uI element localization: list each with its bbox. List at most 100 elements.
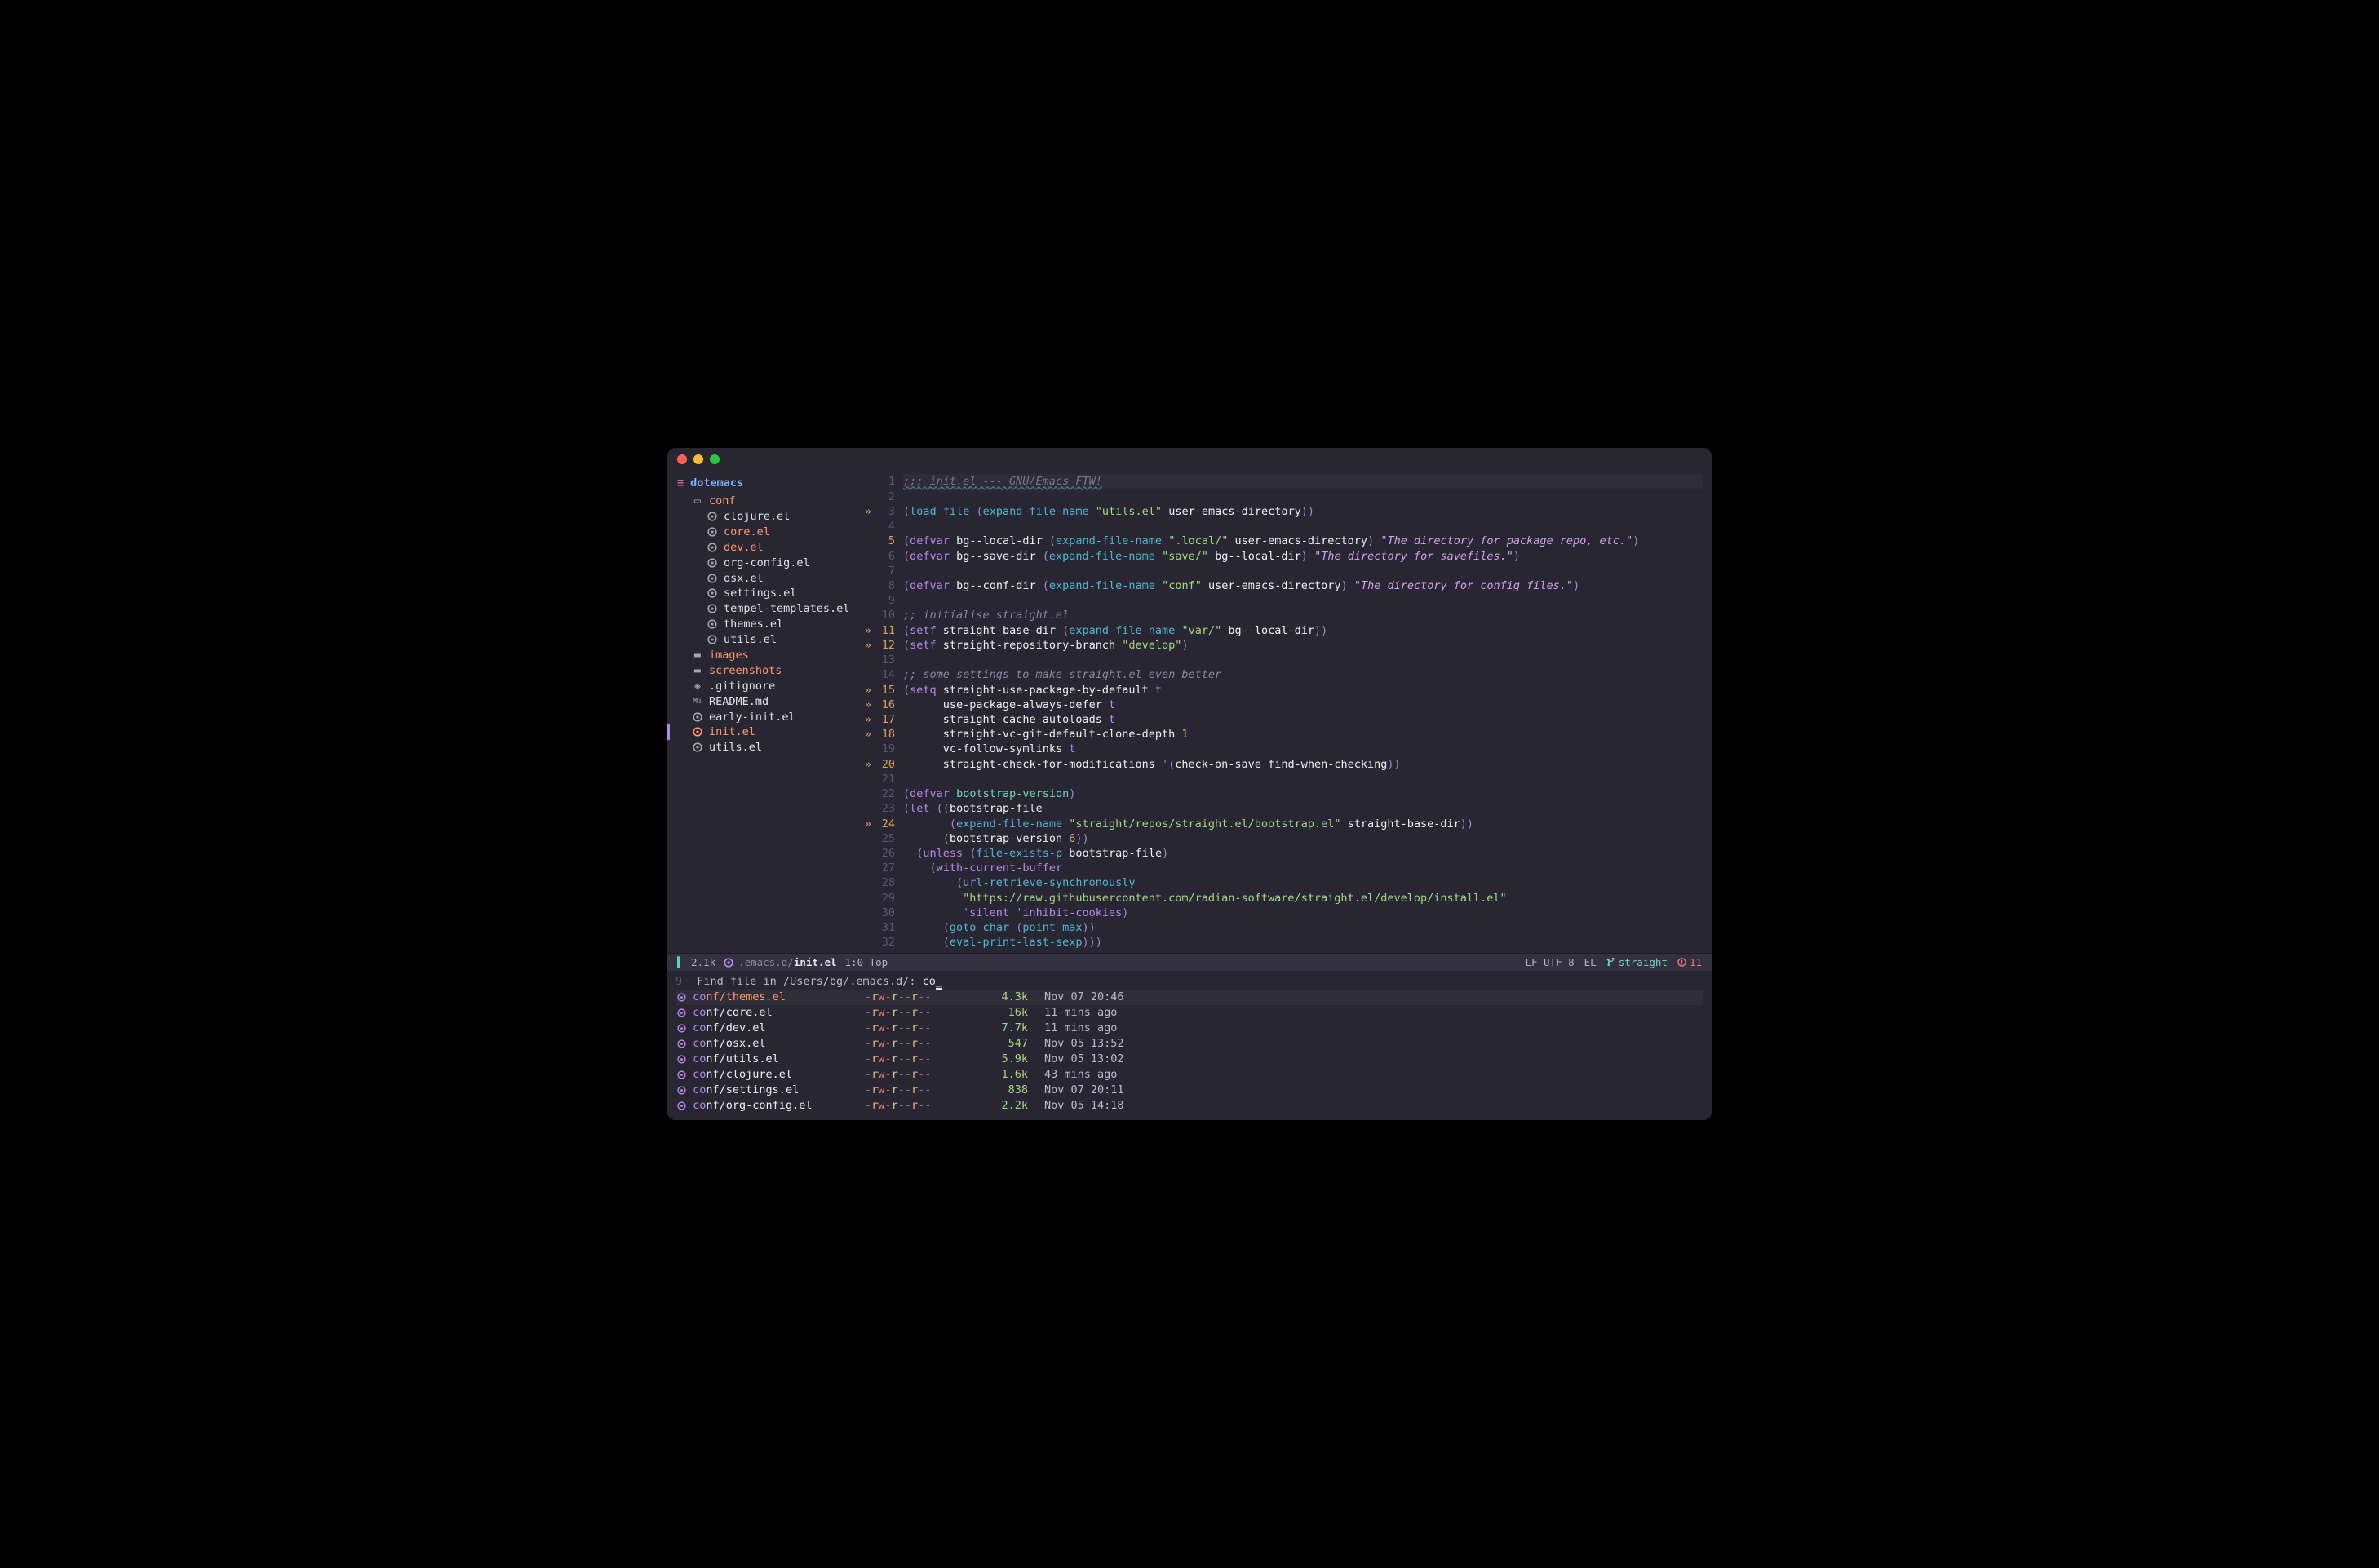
code-line[interactable]: use-package-always-defer t: [903, 698, 1703, 712]
code-line[interactable]: (setf straight-repository-branch "develo…: [903, 638, 1703, 653]
code-line[interactable]: (expand-file-name "straight/repos/straig…: [903, 817, 1703, 831]
candidate-row[interactable]: conf/themes.el-rw-r--r--4.3kNov 07 20:46: [676, 990, 1703, 1005]
file-size: 547: [987, 1036, 1028, 1052]
tree-item-init-el[interactable]: init.el: [677, 724, 858, 740]
code-line[interactable]: straight-cache-autoloads t: [903, 712, 1703, 727]
tree-item-org-config-el[interactable]: org-config.el: [677, 556, 858, 571]
file-date: Nov 05 13:52: [1044, 1036, 1124, 1052]
git-branch[interactable]: straight: [1606, 956, 1668, 968]
code-line[interactable]: ;; initialise straight.el: [903, 608, 1703, 622]
code-line[interactable]: (let ((bootstrap-file: [903, 801, 1703, 816]
minibuffer[interactable]: 9 Find file in /Users/bg/.emacs.d/: co_ …: [667, 971, 1712, 1119]
cursor: _: [936, 975, 942, 990]
code-line[interactable]: 'silent 'inhibit-cookies): [903, 906, 1703, 920]
lisp-file-icon: [677, 1037, 686, 1050]
code-line[interactable]: [903, 772, 1703, 786]
tree-item-screenshots[interactable]: ▬screenshots: [677, 663, 858, 679]
candidate-row[interactable]: conf/org-config.el-rw-r--r--2.2kNov 05 1…: [676, 1098, 1703, 1114]
tree-item-conf[interactable]: ▭ conf: [677, 494, 858, 509]
code-line[interactable]: (goto-char (point-max)): [903, 920, 1703, 935]
tree-item-dev-el[interactable]: dev.el: [677, 540, 858, 556]
tree-item-themes-el[interactable]: themes.el: [677, 617, 858, 632]
code-line[interactable]: [903, 653, 1703, 667]
candidate-row[interactable]: conf/settings.el-rw-r--r--838Nov 07 20:1…: [676, 1083, 1703, 1098]
code-line[interactable]: (url-retrieve-synchronously: [903, 875, 1703, 890]
code-line[interactable]: straight-vc-git-default-clone-depth 1: [903, 727, 1703, 742]
candidate-row[interactable]: conf/utils.el-rw-r--r--5.9kNov 05 13:02: [676, 1052, 1703, 1067]
tree-item-label: tempel-templates.el: [724, 601, 849, 617]
code-line[interactable]: straight-check-for-modifications '(check…: [903, 757, 1703, 772]
code-line[interactable]: (setq straight-use-package-by-default t: [903, 683, 1703, 698]
tree-item-osx-el[interactable]: osx.el: [677, 571, 858, 587]
tree-item-label: clojure.el: [724, 509, 790, 525]
file-date: Nov 05 14:18: [1044, 1098, 1124, 1114]
tree-item-label: conf: [709, 494, 736, 509]
code-line[interactable]: ;;; init.el --- GNU/Emacs FTW!: [903, 474, 1703, 489]
code-line[interactable]: (load-file (expand-file-name "utils.el" …: [903, 504, 1703, 519]
tree-item-label: screenshots: [709, 663, 782, 679]
candidate-row[interactable]: conf/osx.el-rw-r--r--547Nov 05 13:52: [676, 1036, 1703, 1052]
tree-item-early-init-el[interactable]: early-init.el: [677, 710, 858, 725]
tree-item-utils-el[interactable]: utils.el: [677, 740, 858, 755]
code-line[interactable]: (defvar bg--conf-dir (expand-file-name "…: [903, 578, 1703, 593]
tree-item-readme-md[interactable]: M↓README.md: [677, 694, 858, 710]
close-button[interactable]: [677, 454, 687, 464]
code-line[interactable]: (eval-print-last-sexp))): [903, 935, 1703, 950]
tree-item-utils-el[interactable]: utils.el: [677, 632, 858, 648]
lisp-file-icon: [692, 710, 703, 725]
code-line[interactable]: (defvar bg--save-dir (expand-file-name "…: [903, 549, 1703, 564]
folder-icon: ▬: [692, 648, 703, 663]
tree-item-label: themes.el: [724, 617, 783, 632]
lisp-file-icon: [707, 525, 718, 540]
tree-item-label: utils.el: [724, 632, 777, 648]
tree-item-clojure-el[interactable]: clojure.el: [677, 509, 858, 525]
markdown-icon: M↓: [692, 696, 703, 707]
maximize-button[interactable]: [710, 454, 720, 464]
file-permissions: -rw-r--r--: [865, 1021, 971, 1036]
tree-item--gitignore[interactable]: ◈.gitignore: [677, 679, 858, 694]
tree-item-core-el[interactable]: core.el: [677, 525, 858, 540]
editor-pane[interactable]: ·1·2»3·4·5·6·7·8·9·10»11»12·13·14»15»16»…: [859, 471, 1712, 953]
code-line[interactable]: (unless (file-exists-p bootstrap-file): [903, 846, 1703, 861]
titlebar[interactable]: [667, 448, 1712, 471]
project-root[interactable]: ≡ dotemacs: [677, 474, 858, 494]
file-date: Nov 05 13:02: [1044, 1052, 1124, 1067]
code-line[interactable]: (defvar bootstrap-version): [903, 786, 1703, 801]
tree-item-tempel-templates-el[interactable]: tempel-templates.el: [677, 601, 858, 617]
code-line[interactable]: (bootstrap-version 6)): [903, 831, 1703, 846]
code-line[interactable]: (setf straight-base-dir (expand-file-nam…: [903, 623, 1703, 638]
candidate-row[interactable]: conf/dev.el-rw-r--r--7.7k11 mins ago: [676, 1021, 1703, 1036]
code-area[interactable]: ;;; init.el --- GNU/Emacs FTW! (load-fil…: [900, 471, 1712, 953]
minimize-button[interactable]: [693, 454, 703, 464]
lisp-file-icon: [677, 1083, 686, 1096]
code-line[interactable]: vc-follow-symlinks t: [903, 742, 1703, 756]
file-size: 16k: [987, 1005, 1028, 1021]
tree-item-images[interactable]: ▬images: [677, 648, 858, 663]
lisp-file-icon: [677, 1021, 686, 1034]
code-line[interactable]: [903, 564, 1703, 578]
folder-open-icon: ▭: [692, 494, 703, 509]
cursor-position: 1:0 Top: [845, 956, 888, 968]
lisp-file-icon: [677, 990, 686, 1003]
project-sidebar[interactable]: ≡ dotemacs ▭confclojure.elcore.eldev.elo…: [667, 471, 859, 953]
file-size: 838: [987, 1083, 1028, 1098]
code-line[interactable]: "https://raw.githubusercontent.com/radia…: [903, 891, 1703, 906]
candidate-name: nf/org-config.el: [706, 1099, 812, 1112]
code-line[interactable]: [903, 519, 1703, 534]
candidate-row[interactable]: conf/core.el-rw-r--r--16k11 mins ago: [676, 1005, 1703, 1021]
minibuffer-input[interactable]: co: [923, 975, 936, 988]
encoding: LF UTF-8: [1525, 956, 1574, 968]
tree-item-label: org-config.el: [724, 556, 810, 571]
code-line[interactable]: (with-current-buffer: [903, 861, 1703, 875]
tree-item-label: early-init.el: [709, 710, 795, 725]
candidate-row[interactable]: conf/clojure.el-rw-r--r--1.6k43 mins ago: [676, 1067, 1703, 1083]
code-line[interactable]: (defvar bg--local-dir (expand-file-name …: [903, 534, 1703, 548]
tree-item-settings-el[interactable]: settings.el: [677, 586, 858, 601]
error-count[interactable]: 11: [1677, 956, 1702, 968]
code-line[interactable]: [903, 489, 1703, 504]
code-line[interactable]: ;; some settings to make straight.el eve…: [903, 667, 1703, 682]
lisp-file-icon: [677, 1068, 686, 1081]
file-date: Nov 07 20:11: [1044, 1083, 1124, 1098]
candidate-list[interactable]: conf/themes.el-rw-r--r--4.3kNov 07 20:46…: [676, 990, 1703, 1113]
code-line[interactable]: [903, 593, 1703, 608]
